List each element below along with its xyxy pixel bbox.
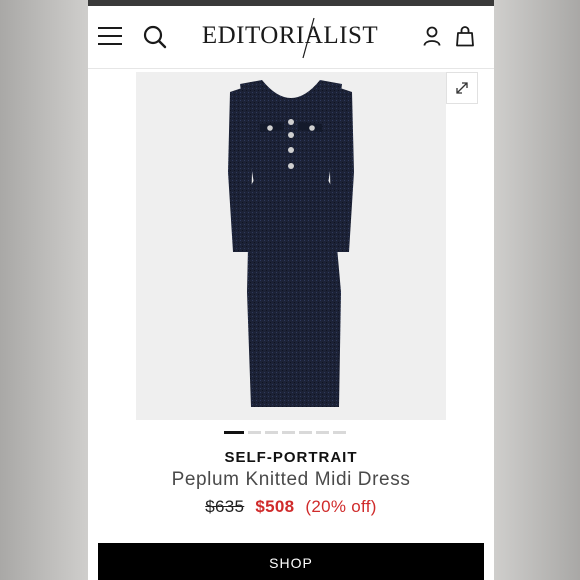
site-header: EDITORIALIST (88, 6, 494, 69)
original-price: $635 (205, 497, 245, 516)
shop-button[interactable]: SHOP (98, 543, 484, 580)
shopping-bag-icon[interactable] (455, 25, 475, 47)
discount-label: (20% off) (305, 497, 377, 516)
expand-arrows-icon[interactable] (446, 72, 478, 104)
gallery-dot-4[interactable] (282, 431, 295, 434)
gallery-pagination-dots (224, 431, 346, 435)
product-image (228, 80, 354, 407)
product-name: Peplum Knitted Midi Dress (171, 469, 411, 490)
product-image-gallery[interactable] (136, 72, 446, 420)
background-left (0, 0, 88, 580)
account-icon[interactable] (422, 25, 442, 47)
search-icon[interactable] (142, 24, 168, 50)
gallery-dot-5[interactable] (299, 431, 312, 434)
logo-slash-mark (302, 17, 315, 59)
gallery-dot-7[interactable] (333, 431, 346, 434)
hamburger-menu-icon[interactable] (98, 26, 122, 46)
product-brand[interactable]: SELF-PORTRAIT (88, 449, 494, 466)
gallery-dot-2[interactable] (248, 431, 261, 434)
gallery-dot-6[interactable] (316, 431, 329, 434)
price-row: $635 $508 (20% off) (88, 497, 494, 517)
gallery-dot-3[interactable] (265, 431, 278, 434)
background-right (494, 0, 580, 580)
site-logo[interactable]: EDITORIALIST (200, 22, 380, 50)
phone-screen: EDITORIALIST SELF-PORTRAIT Peplum Knitte… (88, 0, 494, 580)
gallery-dot-1[interactable] (224, 431, 244, 434)
sale-price: $508 (255, 497, 295, 516)
